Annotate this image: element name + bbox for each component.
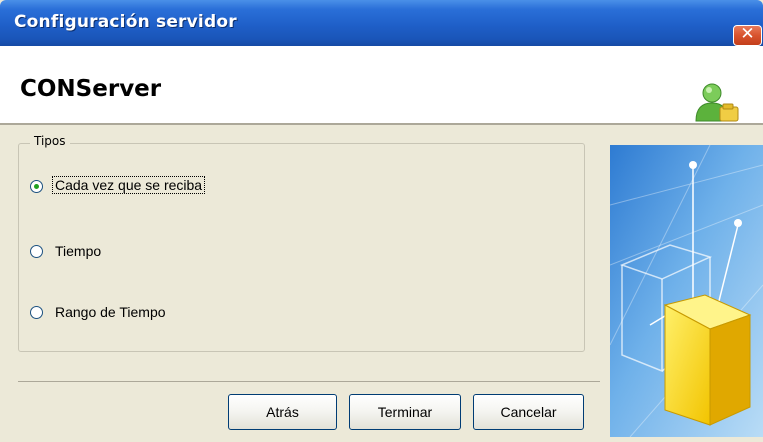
radio-selected-dot bbox=[34, 184, 39, 189]
cancel-button[interactable]: Cancelar bbox=[473, 394, 584, 430]
types-group-label: Tipos bbox=[30, 134, 70, 148]
title-bar[interactable]: Configuración servidor ✕ bbox=[0, 0, 763, 46]
radio-tiempo[interactable] bbox=[30, 245, 43, 258]
wizard-header: CONServer bbox=[0, 46, 763, 123]
radio-label-cada-vez[interactable]: Cada vez que se reciba bbox=[51, 176, 206, 194]
dialog-window: Configuración servidor ✕ CONServer Tipos… bbox=[0, 0, 763, 442]
wizard-side-image bbox=[610, 145, 763, 437]
header-divider bbox=[0, 123, 763, 125]
radio-label-rango-tiempo[interactable]: Rango de Tiempo bbox=[55, 304, 166, 320]
types-groupbox bbox=[18, 143, 585, 352]
window-title: Configuración servidor bbox=[14, 12, 237, 32]
radio-rango-tiempo[interactable] bbox=[30, 306, 43, 319]
radio-label-tiempo[interactable]: Tiempo bbox=[55, 243, 101, 259]
back-button[interactable]: Atrás bbox=[228, 394, 337, 430]
button-divider bbox=[18, 381, 600, 382]
page-title: CONServer bbox=[20, 76, 162, 102]
user-config-icon bbox=[695, 83, 739, 122]
finish-button[interactable]: Terminar bbox=[349, 394, 461, 430]
close-icon: ✕ bbox=[740, 24, 755, 44]
radio-cada-vez[interactable] bbox=[30, 180, 43, 193]
close-button[interactable]: ✕ bbox=[733, 24, 762, 46]
